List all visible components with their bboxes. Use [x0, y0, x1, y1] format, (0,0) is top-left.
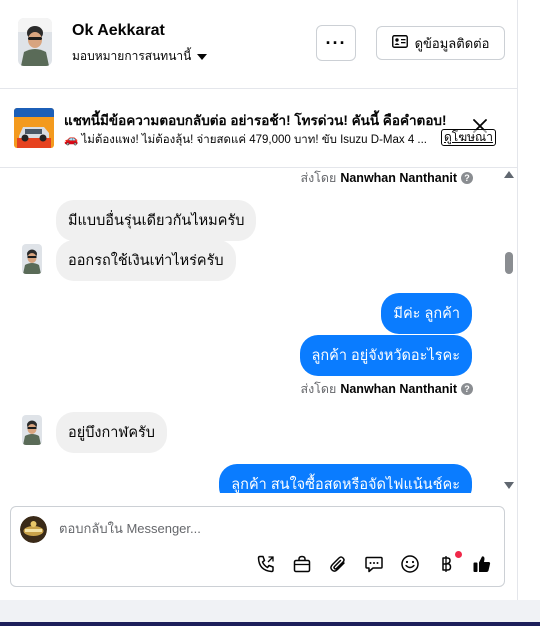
message-incoming[interactable]: ออกรถใช้เงินเท่าไหร่ครับ — [56, 240, 236, 281]
message-outgoing[interactable]: ลูกค้า อยู่จังหวัดอะไรคะ — [299, 335, 472, 376]
ad-reference-bar: แชทนี้มีข้อความตอบกลับต่อ อย่ารอช้า! โทร… — [0, 89, 517, 168]
sent-by-prefix: ส่งโดย — [300, 171, 337, 185]
ad-title: แชทนี้มีข้อความตอบกลับต่อ อย่ารอช้า! โทร… — [64, 113, 447, 128]
sent-by-prefix: ส่งโดย — [300, 382, 337, 396]
baht-icon[interactable] — [435, 553, 457, 575]
message-incoming[interactable]: อยู่บึงกาฬครับ — [56, 412, 168, 453]
sent-by-label: ส่งโดย Nanwhan Nanthanit ? — [300, 168, 473, 188]
message-incoming[interactable]: มีแบบอื่นรุ่นเดียวกันไหมครับ — [56, 200, 257, 241]
paperclip-icon[interactable] — [327, 553, 349, 575]
view-contact-button[interactable]: ดูข้อมูลติดต่อ — [376, 26, 505, 60]
caret-down-icon — [197, 50, 208, 64]
scroll-up-arrow[interactable] — [504, 171, 514, 178]
scroll-down-arrow[interactable] — [504, 482, 514, 489]
avatar[interactable] — [18, 18, 52, 66]
message-thread: ส่งโดย Nanwhan Nanthanit ? มีแบบอื่นรุ่น… — [0, 168, 517, 493]
ad-text: 🚗 ไม่ต้องแพง! ไม่ต้องลุ้น! จ่ายสดแค่ 479… — [64, 134, 428, 146]
ad-thumbnail[interactable] — [14, 108, 54, 148]
assign-conversation-dropdown[interactable]: มอบหมายการสนทนานี้ — [72, 47, 208, 66]
more-options-button[interactable]: ··· — [316, 25, 356, 61]
thumbs-up-icon[interactable] — [471, 553, 493, 575]
help-icon[interactable]: ? — [461, 383, 473, 395]
avatar — [22, 415, 42, 445]
chat-bubble-icon[interactable] — [363, 553, 385, 575]
view-ad-link[interactable]: ดูโฆษณา — [441, 129, 496, 146]
contact-card-icon — [391, 35, 408, 51]
phone-icon[interactable] — [255, 553, 277, 575]
view-contact-label: ดูข้อมูลติดต่อ — [414, 35, 490, 51]
message-outgoing[interactable]: มีค่ะ ลูกค้า — [381, 293, 472, 334]
avatar — [22, 244, 42, 274]
right-gutter — [517, 0, 540, 600]
bottom-edge — [0, 622, 540, 626]
more-icon: ··· — [325, 32, 347, 53]
notification-dot — [455, 551, 462, 558]
reply-composer — [10, 506, 505, 587]
assign-label: มอบหมายการสนทนานี้ — [72, 49, 192, 63]
conversation-panel: Ok Aekkarat มอบหมายการสนทนานี้ ··· ดูข้อ… — [0, 0, 517, 600]
contact-name: Ok Aekkarat — [72, 22, 165, 39]
sent-by-label: ส่งโดย Nanwhan Nanthanit ? — [300, 379, 473, 399]
scrollbar-thumb[interactable] — [505, 252, 513, 274]
page-avatar — [20, 516, 47, 543]
emoji-icon[interactable] — [399, 553, 421, 575]
help-icon[interactable]: ? — [461, 172, 473, 184]
conversation-header: Ok Aekkarat มอบหมายการสนทนานี้ ··· ดูข้อ… — [0, 0, 517, 89]
sent-by-name: Nanwhan Nanthanit — [340, 171, 457, 185]
sent-by-name: Nanwhan Nanthanit — [340, 382, 457, 396]
message-outgoing[interactable]: ลูกค้า สนใจซื้อสดหรือจัดไฟแน้นช์คะ — [219, 464, 472, 493]
message-input[interactable] — [59, 521, 479, 536]
shopping-bag-icon[interactable] — [291, 553, 313, 575]
